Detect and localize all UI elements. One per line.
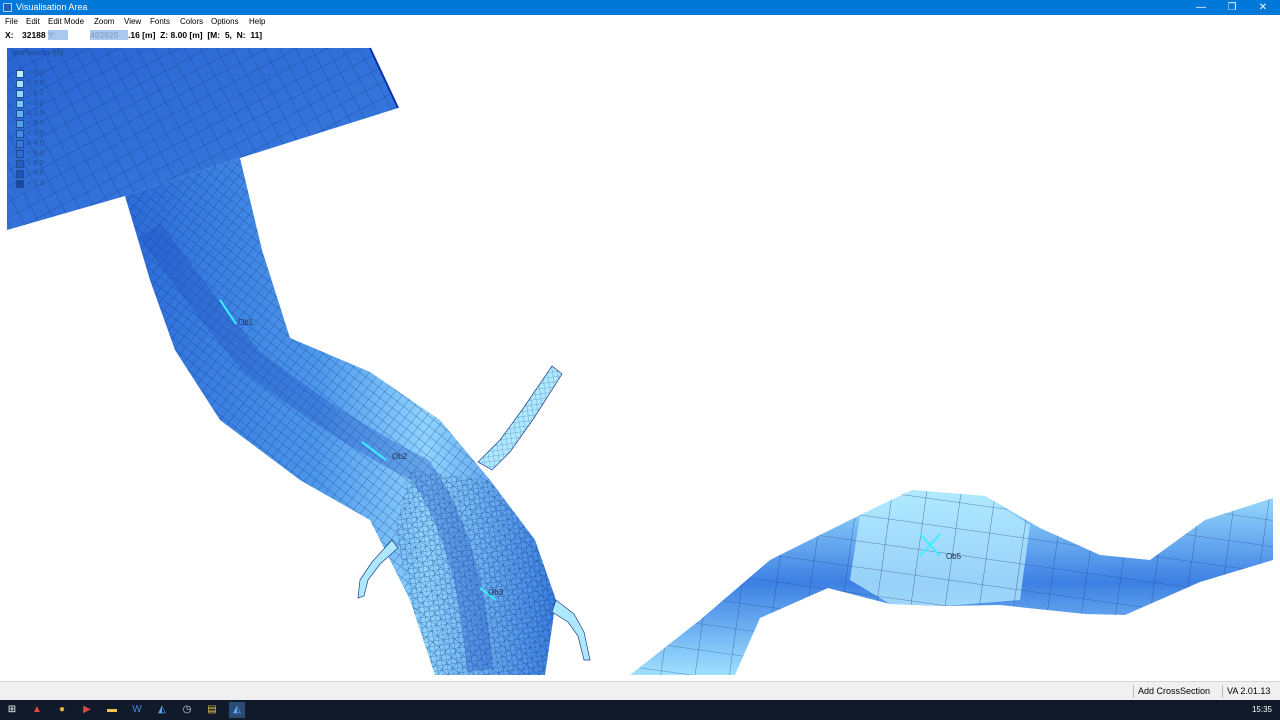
menu-colors[interactable]: Colors — [180, 17, 203, 26]
legend-swatch — [16, 80, 24, 88]
legend-entry: < 0.6 — [16, 78, 76, 88]
coordinate-readout: X: 32188 Y: 402920 .16 [m] Z: 8.00 [m] [… — [0, 28, 1280, 41]
legend-entry: < 1.2 — [16, 88, 76, 98]
menu-zoom[interactable]: Zoom — [94, 17, 114, 26]
ob2-label: Ob2 — [392, 452, 408, 461]
legend-swatch — [16, 150, 24, 158]
ob5-label: Ob5 — [946, 552, 962, 561]
legend-swatch — [16, 180, 24, 188]
mesh-drawing — [7, 47, 1273, 675]
pdf-app-icon[interactable]: ▲ — [29, 702, 45, 718]
x-value: 32188 — [22, 30, 46, 40]
legend-swatch — [16, 140, 24, 148]
taskbar-clock: 15:35 — [1251, 705, 1272, 714]
ob1-label: Ob1 — [238, 318, 254, 327]
menu-help[interactable]: Help — [249, 17, 265, 26]
z-and-grid-index: .16 [m] Z: 8.00 [m] [M: 5, N: 11] — [128, 30, 263, 40]
legend-swatch — [16, 90, 24, 98]
menu-edit-mode[interactable]: Edit Mode — [48, 17, 84, 26]
notes-icon[interactable]: ▤ — [204, 702, 220, 718]
start-icon[interactable]: ⊞ — [4, 702, 20, 718]
ob3-label: Ob3 — [488, 588, 504, 597]
word-icon[interactable]: W — [129, 702, 145, 718]
app-icon — [3, 3, 12, 12]
chart-app-icon[interactable]: ◭ — [154, 702, 170, 718]
menu-options[interactable]: Options — [211, 17, 239, 26]
legend-swatch — [16, 170, 24, 178]
status-bar: Add CrossSection VA 2.01.13 — [0, 681, 1280, 701]
legend-swatch — [16, 160, 24, 168]
legend-entry: < 6.0 — [16, 158, 76, 168]
menu-file[interactable]: File — [5, 17, 18, 26]
legend-swatch — [16, 70, 24, 78]
legend-swatch — [16, 100, 24, 108]
legend-entry: < 4.6 — [16, 138, 76, 148]
menu-view[interactable]: View — [124, 17, 141, 26]
menu-fonts[interactable]: Fonts — [150, 17, 170, 26]
version-label: VA 2.01.13 — [1222, 685, 1274, 698]
legend-entry: < 7.3 — [16, 178, 76, 188]
close-button[interactable]: ✕ — [1248, 0, 1278, 15]
menu-bar: File Edit Edit Mode Zoom View Fonts Colo… — [0, 15, 1280, 28]
os-taskbar: ⊞ ▲ ● ▶ ▬ W ◭ ◷ ▤ ◭ 15:35 — [0, 700, 1280, 720]
add-cross-section-button[interactable]: Add CrossSection — [1133, 685, 1214, 698]
legend-swatch — [16, 110, 24, 118]
tributary-east-mesh — [551, 599, 591, 661]
x-label: X: — [5, 30, 14, 40]
legend-swatch — [16, 120, 24, 128]
legend-entry: < 6.6 — [16, 168, 76, 178]
media-app-icon[interactable]: ▶ — [79, 702, 95, 718]
browser-icon[interactable]: ● — [54, 702, 70, 718]
window-title: Visualisation Area — [16, 2, 88, 12]
clock-app-icon[interactable]: ◷ — [179, 702, 195, 718]
legend-swatch — [16, 130, 24, 138]
legend-entry: < 5.3 — [16, 148, 76, 158]
minimize-button[interactable]: — — [1186, 0, 1216, 15]
y-label-highlighted: Y: — [48, 30, 68, 40]
legend-entry: < 1.9 — [16, 98, 76, 108]
menu-edit[interactable]: Edit — [26, 17, 40, 26]
legend-entry: < 3.2 — [16, 118, 76, 128]
legend-entry: < 3.9 — [16, 128, 76, 138]
legend-title: Bathymetry [m] — [13, 48, 64, 57]
visualisation-canvas[interactable]: Ob1 Ob2 Ob3 Ob5 — [0, 41, 1280, 678]
tributary-west-mesh — [357, 539, 399, 599]
folder-icon[interactable]: ▬ — [104, 702, 120, 718]
legend-entry: < 0.2 — [16, 68, 76, 78]
legend-entry: < 2.5 — [16, 108, 76, 118]
visualisation-app-icon[interactable]: ◭ — [229, 702, 245, 718]
window-titlebar: Visualisation Area — ❐ ✕ — [0, 0, 1280, 15]
restore-button[interactable]: ❐ — [1217, 0, 1247, 15]
y-value-highlighted: 402920 — [90, 30, 128, 40]
